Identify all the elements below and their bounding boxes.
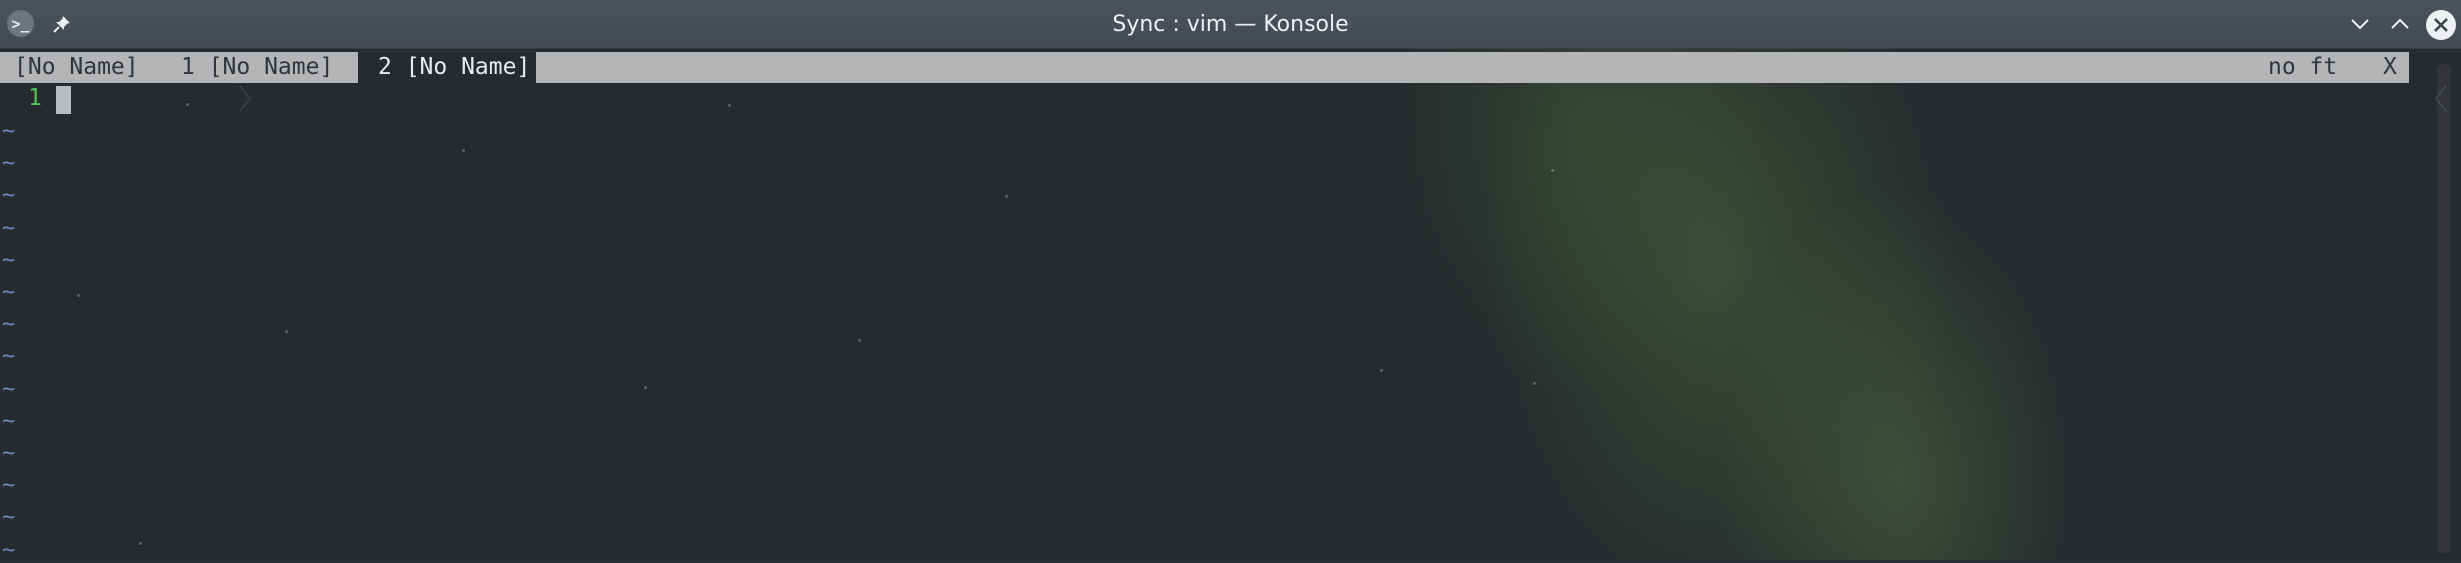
minimize-icon[interactable] (2346, 10, 2374, 38)
tilde-marker: ~ (2, 376, 16, 402)
tab-1-no-name[interactable]: 1 [No Name] (181, 52, 333, 83)
filetype-label: no ft (2268, 54, 2338, 80)
tilde-marker: ~ (2, 151, 16, 177)
background-star (728, 104, 731, 107)
tilde-marker: ~ (2, 183, 16, 209)
background-star (77, 294, 80, 297)
background-star (1551, 169, 1554, 172)
tilde-marker: ~ (2, 473, 16, 499)
text-cursor (56, 86, 71, 114)
tab-2-no-name-selected[interactable]: 2 [No Name] (378, 52, 530, 83)
title-bar: >_ Sync : vim — Konsole (0, 0, 2461, 49)
tilde-marker: ~ (2, 280, 16, 305)
vim-tabline: [No Name] 1 [No Name] 2 [No Name] no ft … (0, 52, 2447, 114)
tab-no-name[interactable]: [No Name] (14, 52, 139, 83)
background-star (858, 339, 861, 342)
tilde-marker: ~ (2, 344, 16, 370)
background-star (1380, 369, 1383, 372)
tilde-marker: ~ (2, 119, 16, 144)
background-star (1005, 195, 1008, 198)
tab-separator (154, 52, 252, 112)
scrollbar[interactable] (2437, 64, 2451, 554)
tilde-marker: ~ (2, 215, 16, 241)
line-number: 1 (28, 85, 42, 111)
background-star (1533, 382, 1536, 385)
maximize-icon[interactable] (2386, 10, 2414, 38)
tilde-marker: ~ (2, 505, 16, 531)
selected-tab-arrow (536, 52, 634, 114)
right-separator (2350, 52, 2447, 112)
tilde-marker: ~ (2, 441, 16, 466)
tilde-marker: ~ (2, 408, 16, 434)
tilde-marker: ~ (2, 247, 16, 273)
background-star (285, 330, 288, 333)
window-title: Sync : vim — Konsole (1112, 12, 1349, 37)
background-star (644, 386, 647, 389)
terminal-area[interactable]: [No Name] 1 [No Name] 2 [No Name] no ft … (0, 49, 2461, 563)
background-star (462, 149, 465, 152)
tilde-marker: ~ (2, 537, 16, 563)
tilde-marker: ~ (2, 312, 16, 338)
background-star (139, 542, 142, 545)
close-tab-button[interactable]: X (2383, 52, 2397, 83)
close-icon[interactable] (2426, 10, 2456, 40)
